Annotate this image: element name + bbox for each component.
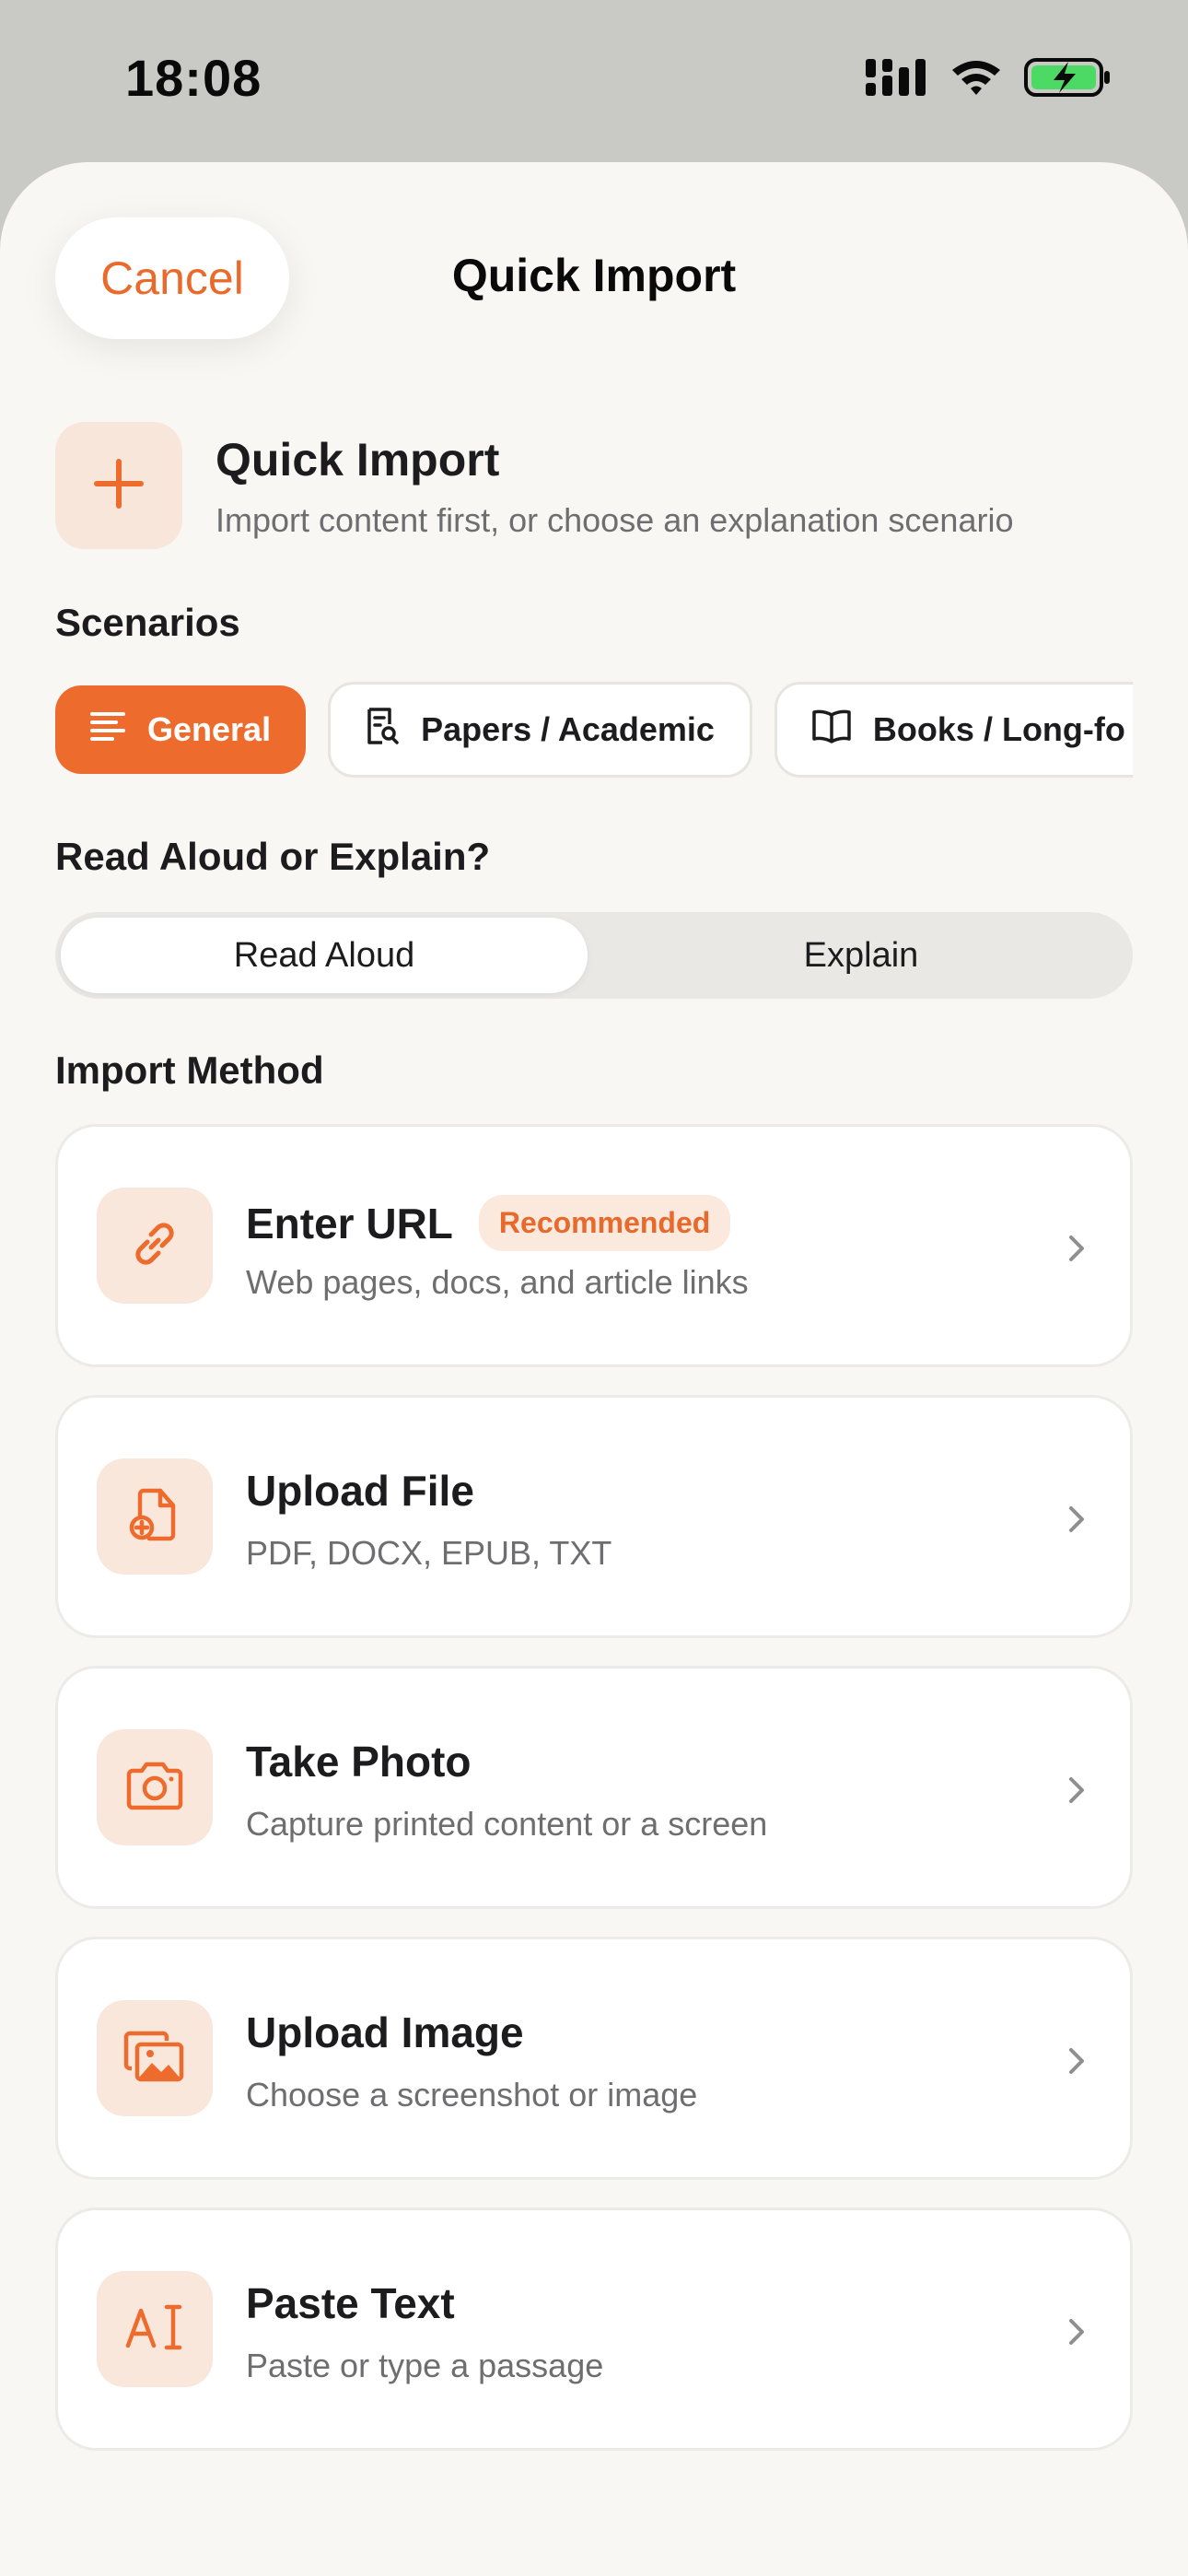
images-icon [122, 2028, 187, 2090]
scenarios-label: Scenarios [55, 601, 240, 644]
chevron-right-icon [1069, 1506, 1084, 1532]
book-icon [810, 708, 853, 753]
chip-label: General [147, 710, 272, 748]
chevron-right-icon [1069, 1235, 1084, 1261]
method-title-text: Upload Image [246, 2008, 524, 2056]
method-subtitle: Choose a screenshot or image [246, 2076, 698, 2113]
mode-label: Read Aloud or Explain? [55, 835, 491, 878]
import-take-photo[interactable]: Take Photo Capture printed content or a … [55, 1666, 1133, 1909]
chip-label: Papers / Academic [421, 710, 715, 748]
method-title: Upload Image [246, 2008, 524, 2057]
method-subtitle: PDF, DOCX, EPUB, TXT [246, 1534, 612, 1572]
mode-segmented-control: Read Aloud Explain [55, 912, 1133, 999]
method-title: Upload File [246, 1466, 474, 1516]
chip-label: Books / Long-fo [872, 710, 1125, 748]
chip-books-long-form[interactable]: Books / Long-fo [774, 682, 1133, 778]
method-icon-tile [97, 2271, 213, 2387]
camera-icon [123, 1758, 186, 1818]
method-title-text: Take Photo [246, 1738, 472, 1786]
recommended-badge: Recommended [478, 1195, 731, 1251]
link-icon [125, 1214, 184, 1278]
hero-subtitle: Import content first, or choose an expla… [215, 501, 1014, 539]
import-enter-url[interactable]: Enter URL Recommended Web pages, docs, a… [55, 1124, 1133, 1367]
battery-charging-icon [1024, 56, 1112, 103]
method-icon-tile [97, 1729, 213, 1845]
segment-explain[interactable]: Explain [595, 918, 1127, 993]
method-subtitle: Paste or type a passage [246, 2347, 604, 2384]
page-title: Quick Import [451, 250, 737, 301]
method-title-text: Enter URL [246, 1199, 453, 1247]
import-upload-image[interactable]: Upload Image Choose a screenshot or imag… [55, 1937, 1133, 2180]
scenario-chips[interactable]: General Papers / Academic Books / Long-f… [55, 682, 1133, 778]
method-icon-tile [97, 1188, 213, 1304]
status-time: 18:08 [125, 49, 262, 107]
method-icon-tile [97, 2000, 213, 2116]
import-method-label: Import Method [55, 1048, 324, 1092]
method-title: Enter URL Recommended [246, 1195, 731, 1251]
file-add-icon [125, 1485, 184, 1549]
method-subtitle: Capture printed content or a screen [246, 1805, 768, 1843]
method-title-text: Paste Text [246, 2279, 455, 2327]
chip-papers-academic[interactable]: Papers / Academic [328, 682, 752, 778]
chevron-right-icon [1069, 2319, 1084, 2345]
signal-icon [866, 57, 928, 102]
method-icon-tile [97, 1458, 213, 1575]
status-icons [866, 55, 1112, 103]
hero-icon-tile [55, 422, 182, 549]
method-title-text: Upload File [246, 1467, 474, 1515]
chevron-right-icon [1069, 1777, 1084, 1803]
wifi-icon [949, 57, 1004, 102]
chip-general[interactable]: General [55, 685, 307, 774]
text-cursor-icon [124, 2300, 185, 2359]
import-paste-text[interactable]: Paste Text Paste or type a passage [55, 2207, 1133, 2451]
hero-title: Quick Import [215, 434, 500, 486]
method-title: Take Photo [246, 1737, 472, 1786]
document-search-icon [364, 706, 401, 755]
chevron-right-icon [1069, 2048, 1084, 2074]
segment-read-aloud[interactable]: Read Aloud [61, 918, 588, 993]
lines-icon [88, 707, 127, 754]
method-subtitle: Web pages, docs, and article links [246, 1263, 749, 1301]
method-title: Paste Text [246, 2278, 455, 2328]
import-upload-file[interactable]: Upload File PDF, DOCX, EPUB, TXT [55, 1395, 1133, 1638]
status-bar: 18:08 [0, 0, 1188, 162]
plus-icon [91, 456, 146, 516]
